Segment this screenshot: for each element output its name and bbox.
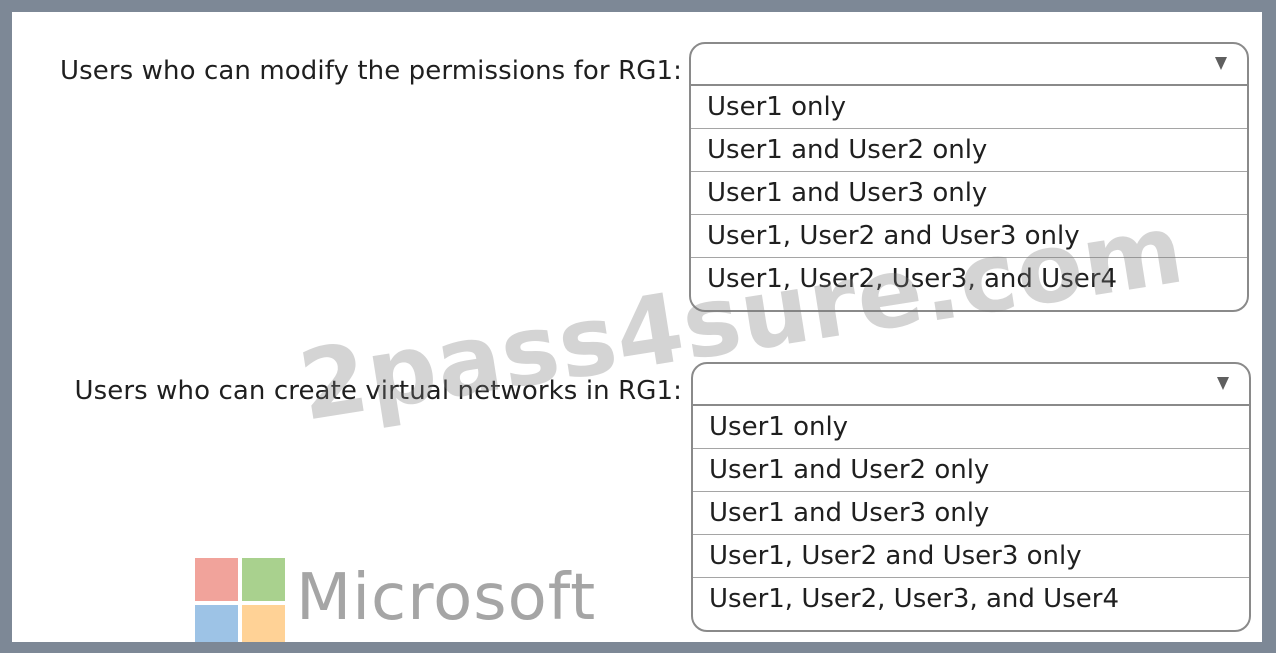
- dropdown-option[interactable]: User1 and User3 only: [693, 492, 1249, 535]
- dropdown-option[interactable]: User1, User2 and User3 only: [693, 535, 1249, 578]
- question-1: Users who can modify the permissions for…: [12, 40, 1262, 330]
- question-1-dropdown[interactable]: User1 only User1 and User2 only User1 an…: [689, 42, 1249, 312]
- microsoft-wordmark: Microsoft: [296, 561, 597, 635]
- question-2-label: Users who can create virtual networks in…: [74, 376, 682, 406]
- logo-square-yellow: [242, 605, 285, 642]
- question-1-select[interactable]: [691, 44, 1247, 86]
- exam-panel: Users who can modify the permissions for…: [12, 12, 1262, 642]
- question-2-options: User1 only User1 and User2 only User1 an…: [693, 406, 1249, 621]
- question-2-select[interactable]: [693, 364, 1249, 406]
- logo-square-red: [195, 558, 238, 601]
- logo-square-green: [242, 558, 285, 601]
- triangle-down-icon[interactable]: [1217, 377, 1229, 390]
- dropdown-option[interactable]: User1 only: [691, 86, 1247, 129]
- dropdown-option[interactable]: User1 and User2 only: [693, 449, 1249, 492]
- question-1-options: User1 only User1 and User2 only User1 an…: [691, 86, 1247, 301]
- triangle-down-icon[interactable]: [1215, 57, 1227, 70]
- dropdown-option[interactable]: User1, User2 and User3 only: [691, 215, 1247, 258]
- logo-square-blue: [195, 605, 238, 642]
- question-2-dropdown[interactable]: User1 only User1 and User2 only User1 an…: [691, 362, 1251, 632]
- dropdown-option[interactable]: User1 and User3 only: [691, 172, 1247, 215]
- dropdown-option[interactable]: User1, User2, User3, and User4: [691, 258, 1247, 301]
- dropdown-option[interactable]: User1 and User2 only: [691, 129, 1247, 172]
- question-1-label: Users who can modify the permissions for…: [59, 56, 682, 86]
- dropdown-option[interactable]: User1 only: [693, 406, 1249, 449]
- dropdown-option[interactable]: User1, User2, User3, and User4: [693, 578, 1249, 621]
